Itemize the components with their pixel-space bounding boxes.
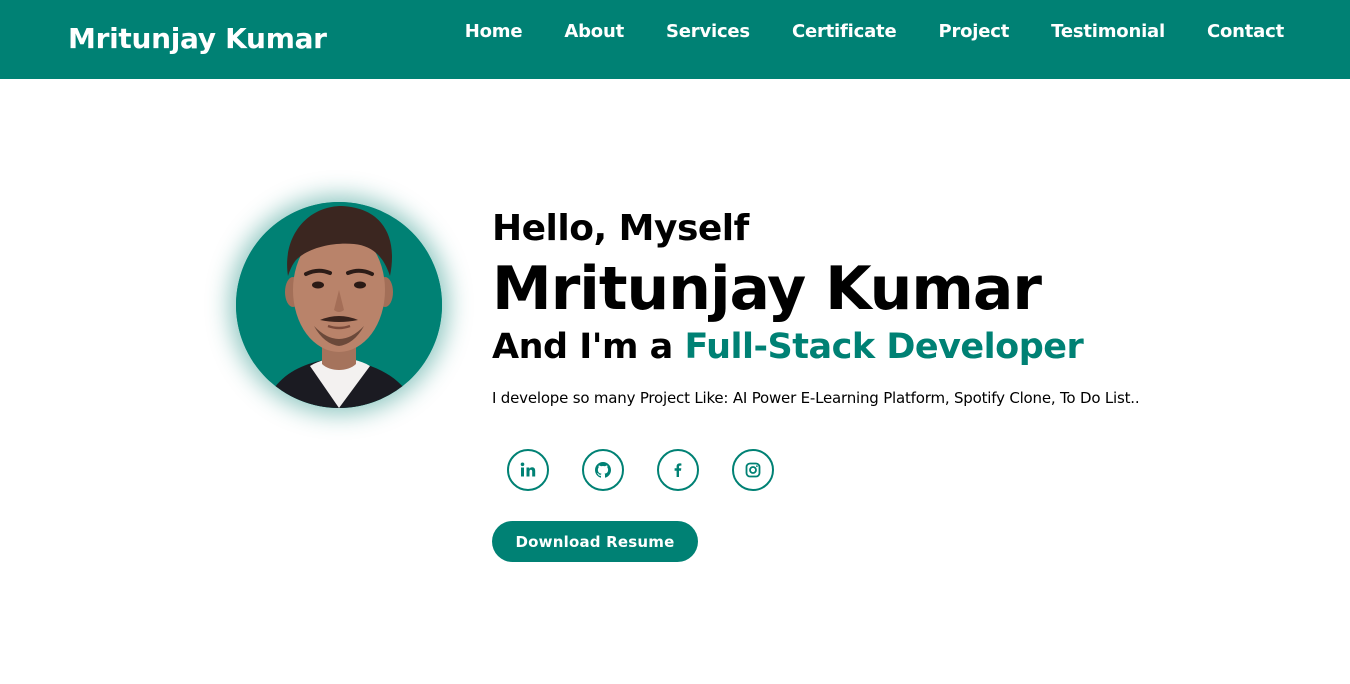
site-logo[interactable]: Mritunjay Kumar (68, 22, 327, 55)
download-resume-button[interactable]: Download Resume (492, 521, 698, 562)
facebook-icon (674, 463, 682, 477)
social-links (507, 449, 807, 491)
nav-item-contact: Contact (1165, 21, 1284, 42)
hero-name: Mritunjay Kumar (492, 254, 1042, 324)
nav-links: Home About Services Certificate Project … (423, 21, 1284, 42)
instagram-link[interactable] (732, 449, 774, 491)
hero-section: Hello, Myself Mritunjay Kumar And I'm a … (492, 205, 1292, 408)
hero-greeting: Hello, Myself (492, 208, 749, 249)
nav-link-testimonial[interactable]: Testimonial (1051, 21, 1165, 42)
nav-link-certificate[interactable]: Certificate (792, 21, 897, 42)
nav-link-contact[interactable]: Contact (1207, 21, 1284, 42)
nav-item-testimonial: Testimonial (1009, 21, 1165, 42)
hero-description: I develope so many Project Like: AI Powe… (492, 389, 1140, 407)
nav-item-certificate: Certificate (750, 21, 897, 42)
github-link[interactable] (582, 449, 624, 491)
instagram-icon (745, 462, 761, 478)
role-prefix: And I'm a (492, 327, 685, 367)
facebook-link[interactable] (657, 449, 699, 491)
nav-link-project[interactable]: Project (938, 21, 1009, 42)
linkedin-link[interactable] (507, 449, 549, 491)
nav-item-services: Services (624, 21, 750, 42)
role-title: Full-Stack Developer (684, 327, 1084, 367)
navbar: Mritunjay Kumar Home About Services Cert… (0, 0, 1350, 79)
profile-portrait-illustration (236, 202, 442, 408)
nav-link-about[interactable]: About (564, 21, 624, 42)
nav-item-home: Home (423, 21, 523, 42)
nav-item-project: Project (896, 21, 1009, 42)
hero-role: And I'm a Full-Stack Developer (492, 323, 1292, 371)
nav-link-home[interactable]: Home (465, 21, 523, 42)
nav-item-about: About (522, 21, 624, 42)
github-icon (595, 462, 611, 478)
profile-photo (236, 202, 442, 408)
linkedin-icon (520, 462, 536, 477)
nav-link-services[interactable]: Services (666, 21, 750, 42)
